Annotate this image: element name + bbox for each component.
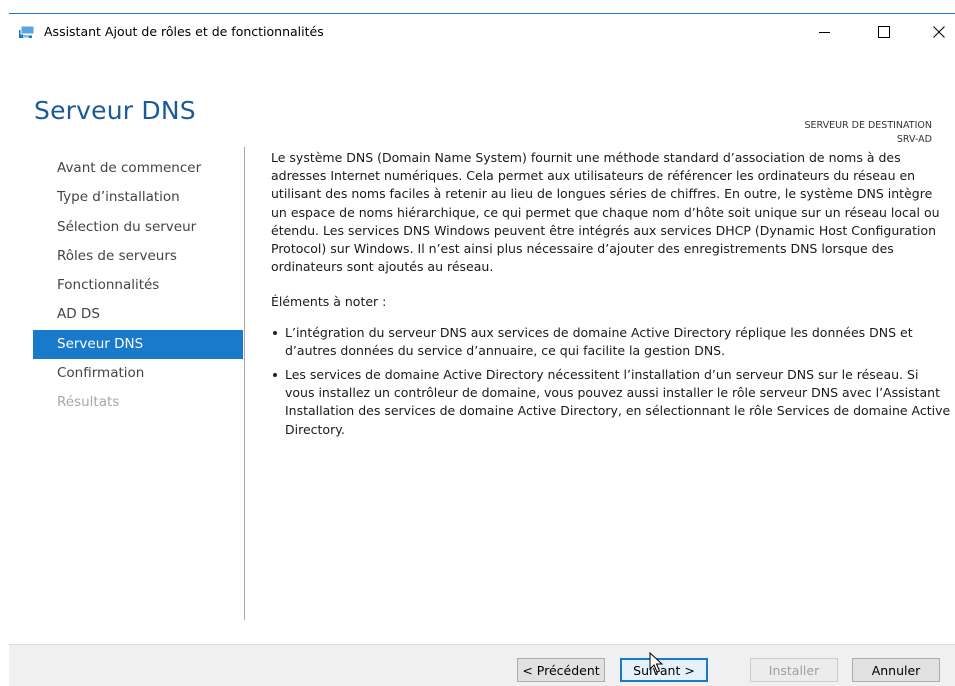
mouse-cursor-icon [649,651,664,674]
install-button: Installer [750,658,838,682]
window-title: Assistant Ajout de rôles et de fonctionn… [44,24,324,39]
close-button[interactable] [916,14,955,50]
nav-item-selection-serveur[interactable]: Sélection du serveur [33,213,243,242]
maximize-icon [878,26,890,38]
minimize-button[interactable] [801,14,847,50]
content-panel: Le système DNS (Domain Name System) four… [271,149,951,445]
nav-item-roles-serveurs[interactable]: Rôles de serveurs [33,242,243,271]
nav-item-avant-de-commencer[interactable]: Avant de commencer [33,154,243,183]
nav-item-resultats: Résultats [57,394,120,411]
note-text: L’intégration du serveur DNS aux service… [285,324,913,358]
list-item: L’intégration du serveur DNS aux service… [271,324,951,360]
page-title: Serveur DNS [34,96,196,125]
nav-item-fonctionnalites[interactable]: Fonctionnalités [33,271,243,300]
previous-button[interactable]: < Précédent [517,658,605,682]
nav-item-ad-ds[interactable]: AD DS [33,300,243,329]
bullet-icon [273,330,277,335]
wizard-header: Serveur DNS SERVEUR DE DESTINATION SRV-A… [9,50,955,145]
minimize-icon [818,31,830,33]
nav-divider [244,147,245,620]
cancel-button[interactable]: Annuler [852,658,940,682]
next-button[interactable]: Suivant > [620,658,708,682]
nav-item-serveur-dns[interactable]: Serveur DNS [33,329,243,360]
server-manager-icon [18,24,36,40]
notes-title: Éléments à noter : [271,294,387,310]
list-item: Les services de domaine Active Directory… [271,366,951,439]
nav-item-confirmation[interactable]: Confirmation [33,359,243,388]
close-icon [933,23,945,42]
destination-server-label: SERVEUR DE DESTINATION [804,120,932,131]
note-text: Les services de domaine Active Directory… [285,367,951,437]
bullet-icon [273,373,277,378]
wizard-footer: < Précédent Suivant > Installer Annuler [9,644,955,686]
title-bar: Assistant Ajout de rôles et de fonctionn… [9,14,955,50]
nav-item-type-installation[interactable]: Type d’installation [33,183,243,212]
dns-description: Le système DNS (Domain Name System) four… [271,150,940,275]
wizard-window: Assistant Ajout de rôles et de fonctionn… [9,13,955,686]
destination-server-value: SRV-AD [896,134,932,145]
wizard-nav: Avant de commencer Type d’installation S… [33,154,243,418]
maximize-button[interactable] [861,14,907,50]
notes-list: L’intégration du serveur DNS aux service… [271,324,951,439]
